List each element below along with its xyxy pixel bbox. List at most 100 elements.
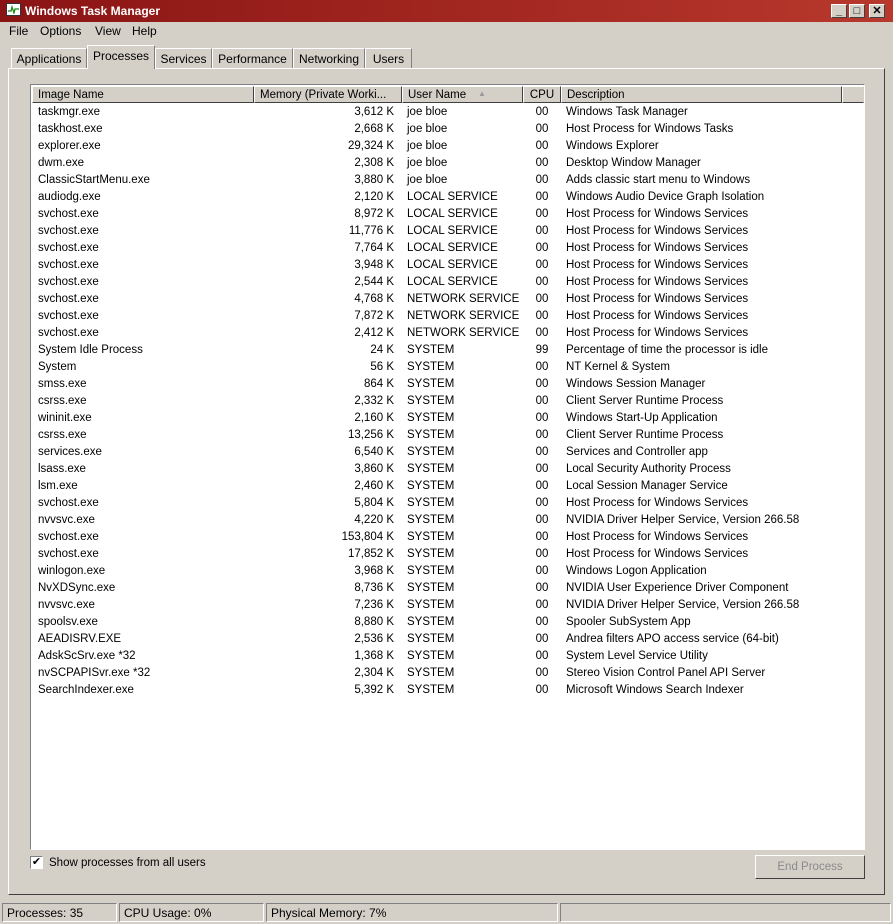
table-row[interactable]: svchost.exe 4,768 K NETWORK SERVICE 00 Host … [32, 291, 864, 308]
table-row[interactable]: explorer.exe 29,324 K joe bloe 00 Windows Ex… [32, 138, 864, 155]
process-user-name: NETWORK SERVICE [407, 293, 520, 305]
table-row[interactable]: svchost.exe 8,972 K LOCAL SERVICE 00 Host Pr… [32, 206, 864, 223]
status-physical-memory: Physical Memory: 7% [266, 903, 558, 922]
status-processes: Processes: 35 [2, 903, 117, 922]
menu-options[interactable]: Options [40, 24, 81, 38]
process-memory: 8,972 K [354, 208, 394, 220]
table-row[interactable]: svchost.exe 3,948 K LOCAL SERVICE 00 Host Pr… [32, 257, 864, 274]
show-all-users-checkbox[interactable]: ✔ [30, 856, 43, 869]
title-bar[interactable]: Windows Task Manager _ □ ✕ [0, 0, 893, 22]
column-memory[interactable]: Memory (Private Worki... [254, 86, 402, 103]
process-image-name: nvvsvc.exe [38, 514, 95, 526]
process-memory: 4,768 K [354, 293, 394, 305]
column-cpu[interactable]: CPU [523, 86, 561, 103]
table-row[interactable]: svchost.exe 2,544 K LOCAL SERVICE 00 Host Pr… [32, 274, 864, 291]
process-memory: 7,764 K [354, 242, 394, 254]
process-image-name: taskhost.exe [38, 123, 103, 135]
process-memory: 13,256 K [347, 429, 394, 441]
process-memory: 2,668 K [354, 123, 394, 135]
process-description: Host Process for Windows Services [566, 531, 749, 543]
table-row[interactable]: taskhost.exe 2,668 K joe bloe 00 Host Proces… [32, 121, 864, 138]
table-row[interactable]: svchost.exe 7,872 K NETWORK SERVICE 00 Host … [32, 308, 864, 325]
process-user-name: NETWORK SERVICE [407, 310, 520, 322]
process-user-name: SYSTEM [407, 497, 455, 509]
tab-networking[interactable]: Networking [293, 48, 365, 68]
process-memory: 56 K [370, 361, 394, 373]
table-row[interactable]: csrss.exe 2,332 K SYSTEM 00 Client Server Ru… [32, 393, 864, 410]
table-row[interactable]: lsass.exe 3,860 K SYSTEM 00 Local Security A… [32, 461, 864, 478]
tab-processes[interactable]: Processes [87, 45, 155, 69]
process-memory: 6,540 K [354, 446, 394, 458]
menu-view[interactable]: View [95, 24, 121, 38]
process-memory: 3,860 K [354, 463, 394, 475]
table-row[interactable]: nvSCPAPISvr.exe *32 2,304 K SYSTEM 00 Stereo… [32, 665, 864, 682]
process-image-name: svchost.exe [38, 531, 99, 543]
list-header: Image Name Memory (Private Worki... User… [32, 86, 864, 103]
table-row[interactable]: lsm.exe 2,460 K SYSTEM 00 Local Session Mana… [32, 478, 864, 495]
process-description: Windows Logon Application [566, 565, 707, 577]
process-memory: 2,332 K [354, 395, 394, 407]
table-row[interactable]: smss.exe 864 K SYSTEM 00 Windows Session Man… [32, 376, 864, 393]
process-cpu: 00 [535, 361, 549, 373]
process-image-name: svchost.exe [38, 548, 99, 560]
process-user-name: SYSTEM [407, 412, 455, 424]
maximize-button[interactable]: □ [849, 4, 865, 18]
table-row[interactable]: AdskScSrv.exe *32 1,368 K SYSTEM 00 System L… [32, 648, 864, 665]
process-description: Percentage of time the processor is idle [566, 344, 768, 356]
table-row[interactable]: ClassicStartMenu.exe 3,880 K joe bloe 00 Add… [32, 172, 864, 189]
process-cpu: 00 [535, 259, 549, 271]
table-row[interactable]: svchost.exe 11,776 K LOCAL SERVICE 00 Host P… [32, 223, 864, 240]
process-cpu: 00 [535, 412, 549, 424]
process-user-name: LOCAL SERVICE [407, 276, 498, 288]
column-user-name[interactable]: User Name ▲ [402, 86, 523, 103]
table-row[interactable]: spoolsv.exe 8,880 K SYSTEM 00 Spooler SubSys… [32, 614, 864, 631]
table-row[interactable]: dwm.exe 2,308 K joe bloe 00 Desktop Window M… [32, 155, 864, 172]
table-row[interactable]: System 56 K SYSTEM 00 NT Kernel & System [32, 359, 864, 376]
process-cpu: 00 [535, 531, 549, 543]
menu-help[interactable]: Help [132, 24, 157, 38]
table-row[interactable]: svchost.exe 5,804 K SYSTEM 00 Host Process f… [32, 495, 864, 512]
process-image-name: NvXDSync.exe [38, 582, 116, 594]
process-memory: 2,412 K [354, 327, 394, 339]
tab-services[interactable]: Services [155, 48, 212, 68]
table-row[interactable]: svchost.exe 7,764 K LOCAL SERVICE 00 Host Pr… [32, 240, 864, 257]
table-row[interactable]: svchost.exe 153,804 K SYSTEM 00 Host Process… [32, 529, 864, 546]
close-button[interactable]: ✕ [869, 4, 885, 18]
tab-performance[interactable]: Performance [212, 48, 293, 68]
minimize-button[interactable]: _ [831, 4, 847, 18]
tab-users[interactable]: Users [365, 48, 412, 68]
table-row[interactable]: svchost.exe 17,852 K SYSTEM 00 Host Process … [32, 546, 864, 563]
process-description: Local Session Manager Service [566, 480, 728, 492]
table-row[interactable]: services.exe 6,540 K SYSTEM 00 Services and … [32, 444, 864, 461]
column-description[interactable]: Description [561, 86, 842, 103]
process-memory: 24 K [370, 344, 394, 356]
table-row[interactable]: wininit.exe 2,160 K SYSTEM 00 Windows Start-… [32, 410, 864, 427]
table-row[interactable]: taskmgr.exe 3,612 K joe bloe 00 Windows Task… [32, 104, 864, 121]
table-row[interactable]: winlogon.exe 3,968 K SYSTEM 00 Windows Logon… [32, 563, 864, 580]
table-row[interactable]: svchost.exe 2,412 K NETWORK SERVICE 00 Host … [32, 325, 864, 342]
table-row[interactable]: csrss.exe 13,256 K SYSTEM 00 Client Server R… [32, 427, 864, 444]
end-process-button[interactable]: End Process [755, 855, 865, 879]
table-row[interactable]: NvXDSync.exe 8,736 K SYSTEM 00 NVIDIA User E… [32, 580, 864, 597]
menu-file[interactable]: File [9, 24, 28, 38]
tab-applications[interactable]: Applications [11, 48, 87, 68]
process-image-name: csrss.exe [38, 395, 87, 407]
process-cpu: 00 [535, 378, 549, 390]
process-image-name: svchost.exe [38, 293, 99, 305]
process-list[interactable]: Image Name Memory (Private Worki... User… [30, 84, 865, 850]
table-row[interactable]: AEADISRV.EXE 2,536 K SYSTEM 00 Andrea filter… [32, 631, 864, 648]
table-row[interactable]: nvvsvc.exe 4,220 K SYSTEM 00 NVIDIA Driver H… [32, 512, 864, 529]
window-title: Windows Task Manager [25, 4, 161, 18]
process-image-name: AEADISRV.EXE [38, 633, 122, 645]
process-cpu: 00 [535, 395, 549, 407]
process-image-name: csrss.exe [38, 429, 87, 441]
process-description: Host Process for Windows Services [566, 242, 749, 254]
column-image-name[interactable]: Image Name [32, 86, 254, 103]
table-row[interactable]: SearchIndexer.exe 5,392 K SYSTEM 00 Microsof… [32, 682, 864, 699]
table-row[interactable]: audiodg.exe 2,120 K LOCAL SERVICE 00 Windows… [32, 189, 864, 206]
task-manager-icon [6, 3, 21, 16]
show-all-users-label[interactable]: Show processes from all users [49, 857, 206, 869]
table-row[interactable]: System Idle Process 24 K SYSTEM 99 Percentag… [32, 342, 864, 359]
process-memory: 8,880 K [354, 616, 394, 628]
table-row[interactable]: nvvsvc.exe 7,236 K SYSTEM 00 NVIDIA Driver H… [32, 597, 864, 614]
